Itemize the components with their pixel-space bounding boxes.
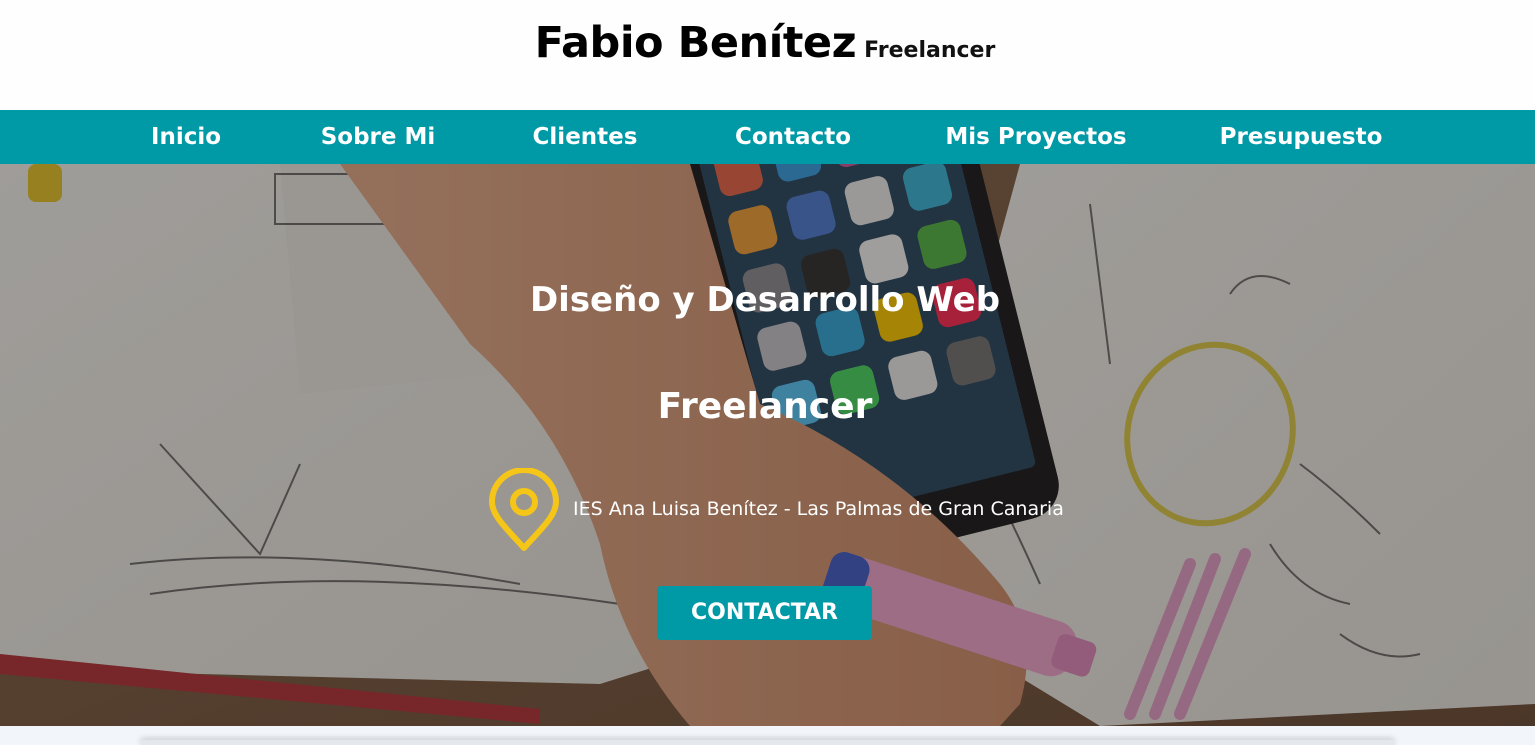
location-text: IES Ana Luisa Benítez - Las Palmas de Gr… [573, 498, 1064, 520]
content-card-edge [140, 740, 1395, 745]
site-header: Fabio Benítez Freelancer [0, 0, 1535, 110]
map-pin-icon [489, 468, 559, 551]
brand-tagline: Freelancer [864, 38, 996, 63]
nav-item-sobre-mi[interactable]: Sobre Mi [321, 110, 436, 164]
brand: Fabio Benítez Freelancer [0, 18, 1530, 68]
brand-name: Fabio Benítez [534, 18, 857, 68]
hero-title: Diseño y Desarrollo Web [529, 280, 1001, 320]
nav-item-contacto[interactable]: Contacto [735, 110, 851, 164]
next-section-edge [0, 726, 1535, 745]
contactar-button[interactable]: CONTACTAR [657, 586, 872, 640]
nav-item-mis-proyectos[interactable]: Mis Proyectos [945, 110, 1126, 164]
main-nav: Inicio Sobre Mi Clientes Contacto Mis Pr… [0, 110, 1535, 164]
nav-item-presupuesto[interactable]: Presupuesto [1220, 110, 1383, 164]
hero-overlay [0, 164, 1535, 726]
nav-item-clientes[interactable]: Clientes [533, 110, 638, 164]
hero-section: Diseño y Desarrollo Web Freelancer IES A… [0, 164, 1535, 726]
nav-item-inicio[interactable]: Inicio [151, 110, 221, 164]
hero-subtitle: Freelancer [657, 386, 873, 427]
